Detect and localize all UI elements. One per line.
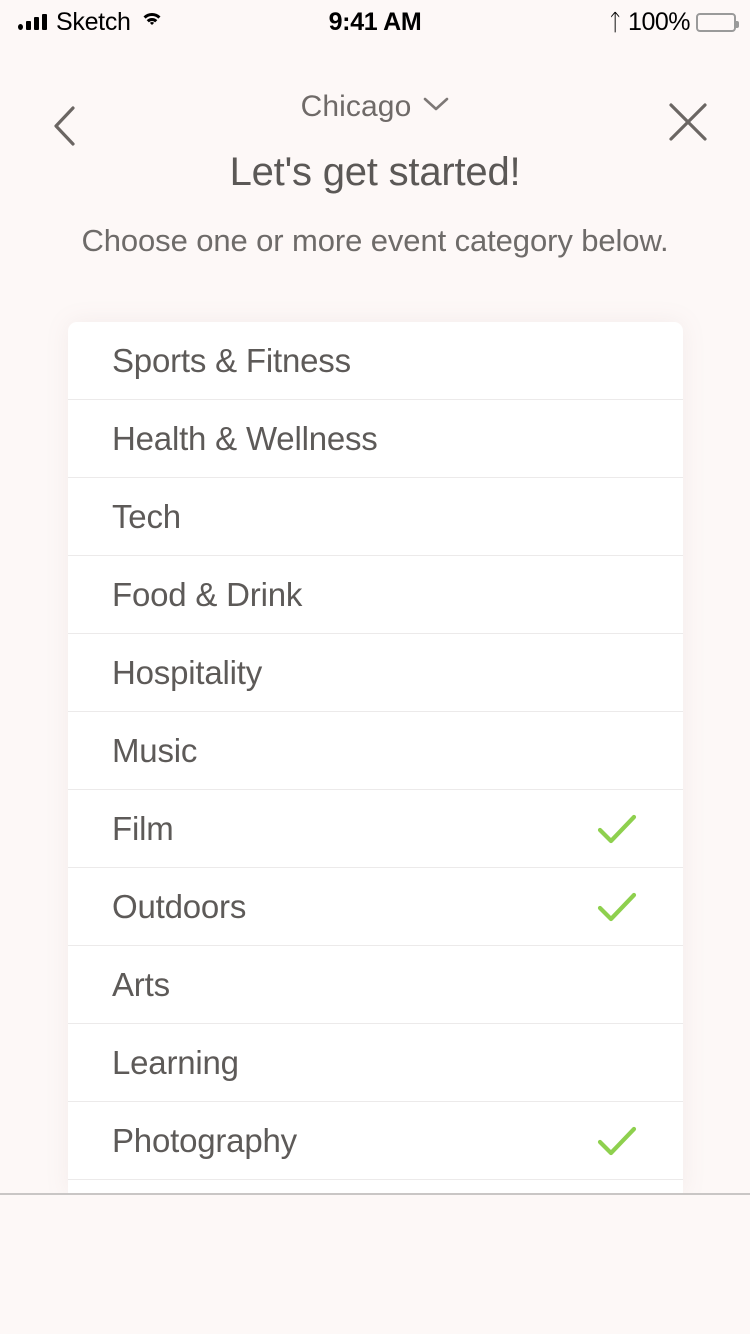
category-list: Sports & Fitness Health & Wellness Tech Foo…: [68, 322, 683, 1194]
battery-percent-label: 100%: [628, 7, 690, 36]
app-screen: Sketch 9:41 AM ᛏ 100% Chicago Let's get …: [0, 0, 750, 1334]
category-row[interactable]: Music: [68, 712, 683, 790]
category-row[interactable]: Tech: [68, 478, 683, 556]
category-row[interactable]: Food & Drink: [68, 556, 683, 634]
location-selector[interactable]: Chicago: [0, 90, 750, 124]
footer-bar: [0, 1195, 750, 1334]
status-bar-right: ᛏ 100%: [608, 7, 739, 37]
close-button[interactable]: [662, 96, 714, 148]
intro-headings: Let's get started! Choose one or more ev…: [0, 150, 750, 258]
battery-full-icon: [696, 12, 739, 32]
check-icon: [597, 809, 637, 849]
page-title: Let's get started!: [229, 150, 521, 194]
category-row[interactable]: Outdoors: [68, 868, 683, 946]
category-row[interactable]: Learning: [68, 1024, 683, 1102]
category-label: Outdoors: [112, 887, 247, 925]
check-icon: [597, 1121, 637, 1161]
category-row[interactable]: Photography: [68, 1102, 683, 1180]
category-label: Music: [112, 731, 198, 769]
category-row[interactable]: [68, 1180, 683, 1194]
category-row[interactable]: Hospitality: [68, 634, 683, 712]
category-label: Photography: [112, 1121, 297, 1159]
category-label: Hospitality: [112, 653, 263, 691]
nav-bar: Chicago: [0, 44, 750, 152]
status-bar: Sketch 9:41 AM ᛏ 100%: [0, 0, 750, 44]
category-label: Film: [112, 809, 174, 847]
category-label: Arts: [112, 965, 170, 1003]
category-row[interactable]: Arts: [68, 946, 683, 1024]
category-label: Learning: [112, 1043, 239, 1081]
category-label: Health & Wellness: [112, 419, 378, 457]
category-row[interactable]: Sports & Fitness: [68, 322, 683, 400]
location-label: Chicago: [300, 90, 412, 123]
category-label: Tech: [112, 497, 181, 535]
category-row[interactable]: Health & Wellness: [68, 400, 683, 478]
category-row[interactable]: Film: [68, 790, 683, 868]
chevron-down-icon: [423, 97, 449, 117]
page-subtitle: Choose one or more event category below.: [81, 223, 669, 258]
close-icon: [666, 100, 710, 144]
check-icon: [597, 887, 637, 927]
bluetooth-icon: ᛏ: [608, 8, 623, 35]
category-label: Food & Drink: [112, 575, 303, 613]
category-label: Sports & Fitness: [112, 341, 351, 379]
category-list-card: Sports & Fitness Health & Wellness Tech Foo…: [68, 322, 683, 1194]
